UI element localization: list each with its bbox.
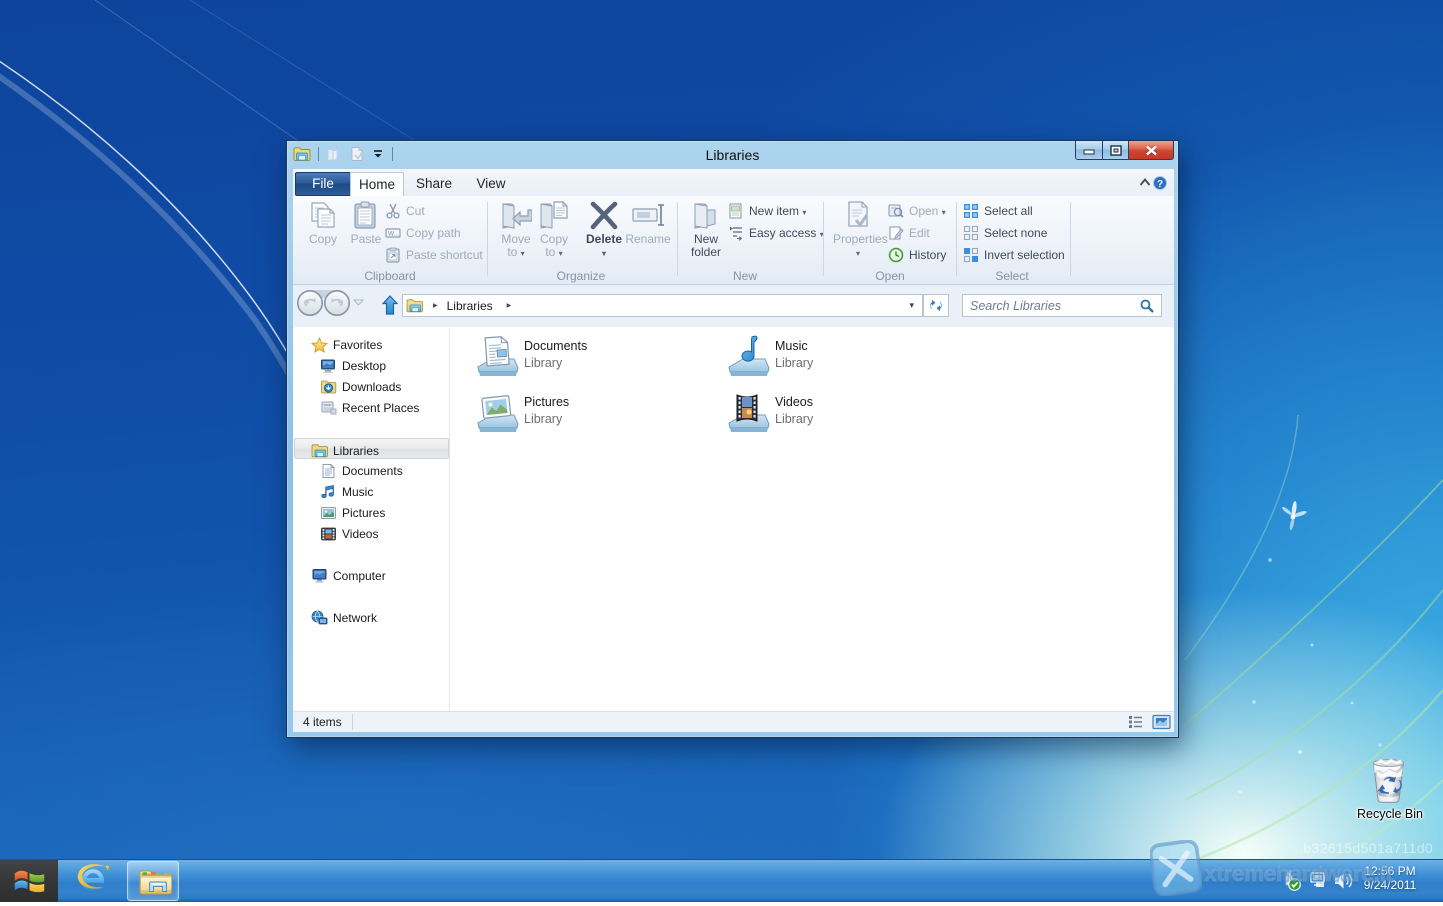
svg-text:?: ? — [1157, 179, 1163, 190]
svg-text:W...: W... — [388, 231, 399, 238]
